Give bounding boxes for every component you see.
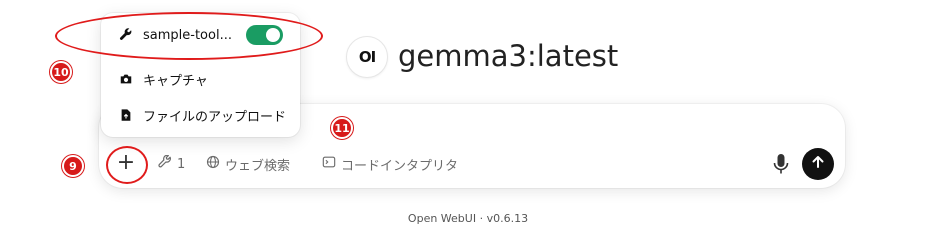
menu-item-file-upload[interactable]: ファイルのアップロード (119, 104, 286, 126)
terminal-icon (322, 155, 336, 173)
tools-button[interactable]: 1 (158, 154, 185, 174)
arrow-up-icon (810, 154, 826, 174)
file-upload-icon (119, 108, 133, 122)
code-interpreter-button[interactable]: コードインタプリタ (322, 154, 458, 174)
microphone-icon (771, 154, 791, 180)
camera-icon (119, 72, 133, 86)
annotation-badge-9: 9 (62, 155, 84, 177)
model-logo: OI (346, 36, 388, 78)
web-search-button[interactable]: ウェブ検索 (206, 154, 290, 174)
footer-version: Open WebUI · v0.6.13 (407, 212, 529, 225)
model-name[interactable]: gemma3:latest (398, 36, 618, 76)
tools-count: 1 (177, 156, 186, 172)
annotation-badge-11: 11 (331, 117, 353, 139)
menu-item-label: ファイルのアップロード (143, 109, 287, 125)
annotation-ellipse-plus-button (106, 146, 148, 184)
globe-icon (206, 155, 220, 173)
code-interpreter-label: コードインタプリタ (341, 158, 459, 174)
annotation-ellipse-menu-item (55, 12, 323, 60)
microphone-button[interactable] (771, 152, 791, 176)
annotation-badge-10: 10 (50, 61, 72, 83)
wrench-icon (158, 154, 172, 173)
menu-item-capture[interactable]: キャプチャ (119, 68, 208, 90)
send-button[interactable] (802, 148, 834, 180)
web-search-label: ウェブ検索 (225, 158, 291, 174)
menu-item-label: キャプチャ (143, 73, 208, 89)
